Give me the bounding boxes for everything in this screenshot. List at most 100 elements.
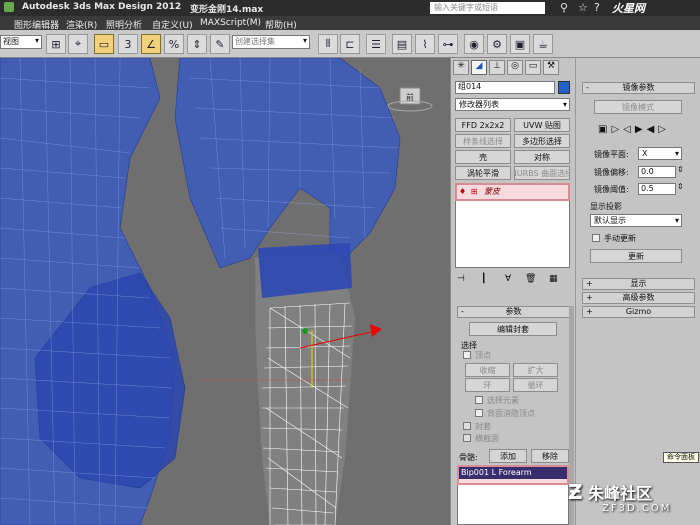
paste-blue-green-icon[interactable]: ▷: [611, 124, 623, 135]
envelopes-checkbox[interactable]: [463, 422, 471, 430]
uvw-map-button[interactable]: UVW 贴图: [514, 118, 570, 132]
backface-cull-checkbox[interactable]: [475, 409, 483, 417]
remove-bone-button[interactable]: 移除: [531, 449, 569, 463]
bones-label: 骨骼:: [459, 453, 478, 462]
align-icon[interactable]: ⊏: [340, 34, 360, 54]
expand-icon[interactable]: ⊞: [471, 187, 478, 196]
modify-tab-icon[interactable]: ◢: [471, 60, 487, 75]
parameters-header-label: 参数: [505, 307, 522, 316]
spinner-icon[interactable]: ⇕: [677, 182, 684, 191]
mirror-offset-input[interactable]: 0.0: [638, 166, 676, 178]
update-button[interactable]: 更新: [590, 249, 682, 263]
display-projection-label: 显示投影: [590, 202, 622, 211]
schematic-view-icon[interactable]: ⊶: [438, 34, 458, 54]
viewcube-label: 前: [406, 92, 414, 102]
motion-tab-icon[interactable]: ◎: [507, 60, 523, 75]
edit-named-selection-icon[interactable]: ✎: [210, 34, 230, 54]
display-rollout-header[interactable]: + 显示: [582, 278, 695, 290]
utilities-tab-icon[interactable]: ⚒: [543, 60, 559, 75]
parameters-rollout-header[interactable]: - 参数: [457, 306, 570, 318]
minus-icon: -: [461, 307, 464, 316]
star-icon[interactable]: ☆: [578, 1, 588, 14]
layer-manager-icon[interactable]: ☰: [366, 34, 386, 54]
mirror-tools-icons[interactable]: ▣▷◁▶◀▷: [598, 124, 670, 135]
select-and-manipulate-icon[interactable]: ▭: [94, 34, 114, 54]
ring-button[interactable]: 环: [465, 378, 510, 392]
hierarchy-tab-icon[interactable]: ⊥: [489, 60, 505, 75]
paste-all-right-icon[interactable]: ▶: [635, 124, 647, 135]
snaps-toggle-icon[interactable]: 3: [118, 34, 138, 54]
mirror-rollout-header[interactable]: - 镜像参数: [582, 82, 695, 94]
show-end-result-icon[interactable]: ┃: [481, 274, 486, 284]
add-bone-button[interactable]: 添加: [489, 449, 527, 463]
spline-select-button[interactable]: 样条线选择: [455, 134, 511, 148]
search-input[interactable]: 输入关键字或短语: [430, 2, 545, 14]
paste-all-left-icon[interactable]: ◀: [647, 124, 659, 135]
render-setup-icon[interactable]: ⚙: [487, 34, 507, 54]
mirror-plane-dropdown[interactable]: X: [638, 147, 682, 160]
mirror-paste-icon[interactable]: ▣: [598, 124, 611, 135]
angle-snap-icon[interactable]: ∠: [141, 34, 161, 54]
mirror-header-label: 镜像参数: [622, 83, 655, 92]
edit-envelopes-button[interactable]: 编辑封套: [469, 322, 557, 336]
select-verts-icon[interactable]: ▷: [658, 124, 670, 135]
select-and-link-icon[interactable]: ⊞: [46, 34, 66, 54]
create-tab-icon[interactable]: ✳: [453, 60, 469, 75]
symmetry-button[interactable]: 对称: [514, 150, 570, 164]
lightbulb-icon[interactable]: ♦: [459, 187, 466, 196]
watermark-z-icon: Ƶ: [568, 480, 583, 504]
mirror-threshold-input[interactable]: 0.5: [638, 183, 676, 195]
plus-icon: +: [586, 307, 593, 316]
material-editor-icon[interactable]: ◉: [464, 34, 484, 54]
selection-set-label: 创建选择集: [235, 37, 275, 46]
display-projection-dropdown[interactable]: 默认显示: [590, 214, 682, 227]
help-icon[interactable]: ?: [594, 1, 600, 14]
app-icon[interactable]: [4, 2, 14, 12]
shrink-button[interactable]: 收缩: [465, 363, 510, 377]
named-selection-set-dropdown[interactable]: 创建选择集 ▾: [232, 35, 310, 49]
loop-button[interactable]: 循环: [513, 378, 558, 392]
cross-sections-checkbox[interactable]: [463, 434, 471, 442]
percent-snap-icon[interactable]: %: [164, 34, 184, 54]
curve-editor-icon[interactable]: ⌇: [415, 34, 435, 54]
nurbs-surface-select-button[interactable]: NURBS 曲面选择: [514, 166, 570, 180]
configure-sets-icon[interactable]: ▦: [549, 274, 558, 284]
modifier-list-dropdown[interactable]: 修改器列表: [455, 98, 570, 111]
shell-button[interactable]: 壳: [455, 150, 511, 164]
advanced-rollout-label: 高级参数: [622, 293, 655, 302]
stack-item-skin[interactable]: ♦ ⊞ 蒙皮: [459, 186, 500, 197]
mirror-icon[interactable]: ⫴: [318, 34, 338, 54]
remove-modifier-icon[interactable]: 🗑: [525, 274, 536, 284]
poly-select-button[interactable]: 多边形选择: [514, 134, 570, 148]
turbosmooth-button[interactable]: 涡轮平滑: [455, 166, 511, 180]
app-title: Autodesk 3ds Max Design 2012: [22, 2, 182, 12]
advanced-rollout-header[interactable]: + 高级参数: [582, 292, 695, 304]
spinner-snap-icon[interactable]: ⇕: [187, 34, 207, 54]
manual-update-checkbox[interactable]: [592, 234, 600, 242]
paste-green-blue-icon[interactable]: ◁: [623, 124, 635, 135]
perspective-viewport[interactable]: 前: [0, 58, 450, 525]
pin-stack-icon[interactable]: ⊣: [457, 274, 465, 284]
spinner-icon[interactable]: ⇕: [677, 165, 684, 174]
object-name-field[interactable]: 组014: [455, 81, 555, 94]
view-dropdown[interactable]: 视图 ▾: [0, 35, 42, 49]
select-element-checkbox[interactable]: [475, 396, 483, 404]
mirror-mode-button[interactable]: 镜像模式: [594, 100, 682, 114]
rendered-frame-window-icon[interactable]: ▣: [510, 34, 530, 54]
mirror-parameters-panel: -镜像参数 镜像模式 ▣▷◁▶◀▷ 镜像平面: X 镜像偏移: 0.0 ⇕ 镜像…: [575, 58, 700, 525]
render-production-icon[interactable]: ☕: [533, 34, 553, 54]
menu-item-maxscript[interactable]: MAXScript(M): [200, 18, 261, 28]
cross-sections-label: 横截面: [475, 434, 499, 443]
vertices-checkbox[interactable]: [463, 351, 471, 359]
binoculars-icon[interactable]: ⚲: [560, 1, 568, 14]
gizmo-rollout-header[interactable]: + Gizmo: [582, 306, 695, 318]
bind-space-warp-icon[interactable]: ⌖: [68, 34, 88, 54]
graphite-ribbon-icon[interactable]: ▤: [392, 34, 412, 54]
grow-button[interactable]: 扩大: [513, 363, 558, 377]
object-color-swatch[interactable]: [558, 81, 570, 94]
make-unique-icon[interactable]: ∀: [505, 274, 511, 284]
bone-item[interactable]: Bip001 L Forearm: [459, 467, 567, 479]
tooltip: 命令面板: [663, 452, 699, 463]
ffd-button[interactable]: FFD 2x2x2: [455, 118, 511, 132]
display-tab-icon[interactable]: ▭: [525, 60, 541, 75]
